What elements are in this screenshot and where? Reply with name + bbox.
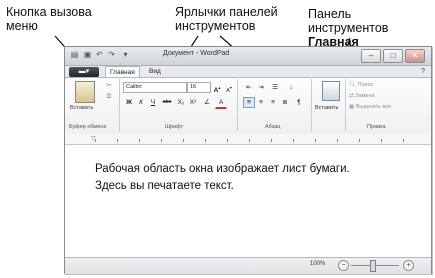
- align-left-icon[interactable]: ≡: [243, 97, 255, 108]
- group-label-paragraph: Абзац: [265, 124, 281, 130]
- subscript-button[interactable]: X₂: [175, 97, 187, 108]
- paste-icon[interactable]: [75, 81, 95, 103]
- justify-icon[interactable]: ≣: [279, 97, 291, 108]
- app-icon[interactable]: ▤: [70, 50, 79, 59]
- group-label-edit: Правка: [367, 124, 386, 130]
- find-icon: 🔍︎: [349, 82, 356, 88]
- group-separator: [119, 79, 120, 131]
- group-label-clipboard: Буфер обмена: [69, 124, 107, 130]
- highlight-icon[interactable]: ∠: [201, 97, 213, 108]
- copy-icon[interactable]: ⧉: [103, 91, 115, 102]
- replace-button[interactable]: ⇄ Замена: [349, 93, 374, 99]
- superscript-button[interactable]: X²: [187, 97, 199, 108]
- app-menu-button[interactable]: ▬▾: [69, 67, 99, 77]
- document-area[interactable]: [65, 145, 431, 257]
- decrease-indent-icon[interactable]: ⇤: [243, 82, 255, 93]
- minimize-button[interactable]: –: [361, 49, 381, 63]
- line-spacing-icon[interactable]: ↕: [285, 82, 297, 93]
- insert-picture-icon[interactable]: [322, 81, 340, 101]
- select-all-icon: ▦: [349, 104, 355, 110]
- find-label: Поиск: [357, 82, 373, 88]
- window-title: Документ - WordPad: [163, 50, 230, 57]
- increase-indent-icon[interactable]: ⇥: [255, 82, 267, 93]
- grow-font-button[interactable]: A▴: [211, 82, 223, 94]
- select-all-label: Выделить все: [355, 104, 392, 110]
- align-right-icon[interactable]: ≡: [267, 97, 279, 108]
- paragraph-settings-icon[interactable]: ¶: [293, 97, 305, 108]
- zoom-level: 100%: [310, 261, 326, 267]
- select-all-button[interactable]: ▦ Выделить все: [349, 104, 391, 110]
- customize-toolbar-icon[interactable]: ▾: [121, 50, 130, 59]
- underline-button[interactable]: Ч: [147, 97, 159, 108]
- help-icon[interactable]: ?: [421, 66, 425, 77]
- replace-label: Замена: [355, 93, 375, 99]
- font-family-select[interactable]: Calibri: [123, 82, 187, 93]
- undo-icon[interactable]: ↶: [95, 50, 104, 59]
- group-separator: [237, 79, 238, 131]
- find-button[interactable]: 🔍︎ Поиск: [349, 82, 373, 88]
- indent-marker[interactable]: ▽: [91, 135, 96, 142]
- group-separator: [311, 79, 312, 131]
- italic-button[interactable]: К: [135, 97, 147, 108]
- replace-icon: ⇄: [349, 93, 354, 99]
- tab-view[interactable]: Вид: [145, 66, 165, 77]
- save-icon[interactable]: ▣: [83, 50, 92, 59]
- strikethrough-button[interactable]: abc: [159, 97, 175, 108]
- document-line-2: Здесь вы печатаете текст.: [95, 180, 234, 192]
- group-label-font: Шрифт: [165, 124, 184, 130]
- zoom-out-button[interactable]: −: [338, 260, 349, 271]
- bullets-icon[interactable]: ☰: [269, 82, 281, 93]
- font-size-select[interactable]: 16: [187, 82, 211, 93]
- wordpad-window: ▤ ▣ ↶ ↷ ▾ Документ - WordPad – □ ✕ ▬▾ Гл…: [64, 46, 432, 274]
- document-line-1: Рабочая область окна изображает лист бум…: [95, 163, 350, 175]
- zoom-slider-thumb[interactable]: [370, 260, 376, 272]
- close-button[interactable]: ✕: [405, 49, 425, 63]
- maximize-button[interactable]: □: [383, 49, 403, 63]
- font-color-button[interactable]: A: [215, 97, 227, 109]
- shrink-font-button[interactable]: A▾: [223, 82, 235, 94]
- redo-icon[interactable]: ↷: [107, 50, 116, 59]
- group-separator: [345, 79, 346, 131]
- ruler[interactable]: ▽: [65, 134, 431, 145]
- paste-button-label[interactable]: Вставить: [70, 105, 93, 111]
- align-center-icon[interactable]: ≡: [255, 97, 267, 108]
- zoom-in-button[interactable]: +: [403, 260, 414, 271]
- cut-icon[interactable]: ✂: [103, 80, 115, 91]
- bold-button[interactable]: Ж: [123, 97, 135, 108]
- insert-button-label[interactable]: Вставить: [315, 105, 338, 111]
